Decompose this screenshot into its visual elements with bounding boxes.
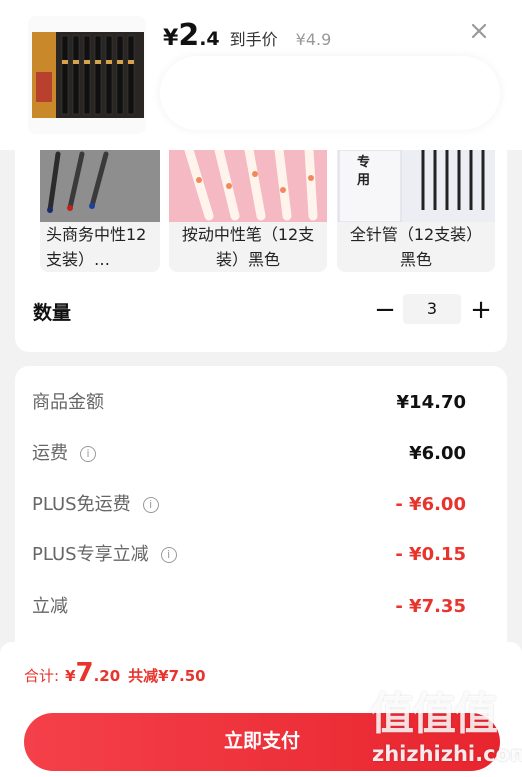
variant-card: 头商务中性12支装）… 按动中性笔（12支装）黑色 专 用 全针管（12支装）黑… <box>15 150 507 352</box>
price-currency: ¥ <box>163 26 179 51</box>
fee-value: ¥14.70 <box>396 392 466 413</box>
fee-row-goods: 商品金额 ¥14.70 <box>32 388 466 418</box>
variant-label: 按动中性笔（12支装）黑色 <box>181 225 315 269</box>
price-decimal: .4 <box>199 28 220 50</box>
info-icon[interactable]: i <box>80 446 96 462</box>
price-row: ¥ 2 .4 到手价 ¥4.9 <box>163 18 331 53</box>
variant-label: 头商务中性12支装）… <box>46 225 147 269</box>
variant-option-3[interactable]: 专 用 全针管（12支装）黑色 <box>337 150 495 272</box>
fee-value: ¥6.00 <box>409 443 466 464</box>
svg-text:专: 专 <box>357 154 370 170</box>
fee-label: 商品金额 <box>32 392 104 413</box>
price-integer: 2 <box>178 18 200 53</box>
price-tag: 到手价 <box>229 30 278 49</box>
price-breakdown-card: 商品金额 ¥14.70 运费 i ¥6.00 PLUS免运费 i - ¥6.00 P… <box>15 366 507 656</box>
plus-button[interactable]: + <box>469 294 493 328</box>
minus-button[interactable]: − <box>373 294 397 328</box>
svg-text:用: 用 <box>356 173 370 188</box>
quantity-stepper: 数量 − 3 + <box>33 294 493 328</box>
quantity-label: 数量 <box>33 302 72 324</box>
fee-label: 立减 <box>32 596 68 617</box>
fee-label: PLUS免运费 i <box>32 490 159 520</box>
gel-pen-set-image <box>40 150 160 222</box>
watermark-glyphs: 值值值 <box>370 689 498 740</box>
watermark-url: zhizhizhi.com <box>372 742 522 766</box>
fee-row-instant-discount: 立减 - ¥7.35 <box>32 592 466 622</box>
fee-label: 运费 i <box>32 439 96 469</box>
product-thumbnail <box>28 16 146 134</box>
total-saved: 共减¥7.50 <box>128 667 206 685</box>
fee-value: - ¥0.15 <box>395 544 466 565</box>
total-row: 合计: ¥ 7 .20 共减¥7.50 <box>24 658 206 688</box>
total-label: 合计: <box>24 667 60 685</box>
pen-box-image <box>28 16 146 134</box>
info-icon[interactable]: i <box>160 547 177 563</box>
needle-pen-box-image: 专 用 <box>337 150 495 223</box>
fee-value: - ¥6.00 <box>395 494 466 515</box>
variant-label: 全针管（12支装）黑色 <box>349 225 483 269</box>
fee-row-shipping: 运费 i ¥6.00 <box>32 439 466 469</box>
total-currency: ¥ <box>65 667 76 685</box>
original-price: ¥4.9 <box>295 30 332 49</box>
info-icon[interactable]: i <box>142 497 159 513</box>
fee-row-plus-free-shipping: PLUS免运费 i - ¥6.00 <box>32 490 466 520</box>
total-decimal: .20 <box>93 667 121 685</box>
close-icon[interactable] <box>466 18 492 44</box>
variant-option-1[interactable]: 头商务中性12支装）… <box>40 150 160 272</box>
quantity-input[interactable]: 3 <box>403 294 461 324</box>
press-pen-pink-image <box>169 150 327 222</box>
fee-row-plus-discount: PLUS专享立减 i - ¥0.15 <box>32 540 466 570</box>
fee-label: PLUS专享立减 i <box>32 540 177 570</box>
total-integer: 7 <box>75 658 94 688</box>
selected-spec-mask <box>160 56 500 130</box>
variant-option-2[interactable]: 按动中性笔（12支装）黑色 <box>169 150 327 272</box>
product-header: ¥ 2 .4 到手价 ¥4.9 <box>0 0 522 150</box>
watermark: 值值值 zhizhizhi.com <box>370 689 522 775</box>
fee-value: - ¥7.35 <box>395 596 466 617</box>
